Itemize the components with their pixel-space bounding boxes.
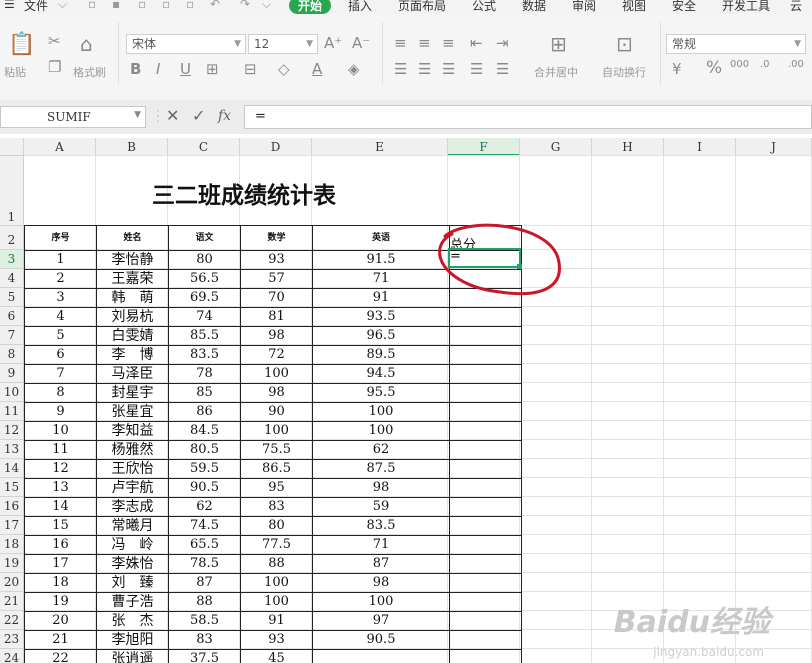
chevron-down-icon: ▼ [134,110,141,120]
align-center-icon[interactable]: ☰ [418,62,431,77]
wrap-text-icon[interactable]: ⊡ [616,34,633,54]
watermark-logo: Baidu经验 [613,605,770,640]
align-right-icon[interactable]: ☰ [442,62,455,77]
tab-view[interactable]: 视图 [622,0,646,14]
percent-button[interactable]: % [706,60,722,77]
tab-page-layout[interactable]: 页面布局 [398,0,446,14]
export-pdf-icon[interactable]: ▫ [138,0,146,11]
tab-data[interactable]: 数据 [522,0,546,14]
align-top-icon[interactable]: ≡ [394,36,407,51]
chevron-down-icon: ▼ [794,39,801,49]
print-preview-icon[interactable]: ▫ [186,0,194,11]
divider [660,22,661,84]
align-bottom-icon[interactable]: ≡ [442,36,455,51]
paste-button[interactable]: 粘贴 [4,64,26,80]
paste-icon[interactable]: 📋 [8,34,35,56]
formula-bar: SUMIF ▼ ⋮ ✕ ✓ fx = [0,100,812,134]
decrease-decimal-icon[interactable]: .00 [788,60,804,70]
save-icon[interactable]: ▪ [112,0,120,11]
name-box[interactable]: SUMIF ▼ [0,106,146,128]
chevron-down-icon[interactable]: ⌵ [58,0,67,12]
fill-color-icon[interactable]: ◇ [278,62,290,77]
menu-bar: ☰ 文件 ⌵ ▫ ▪ ▫ ▫ ▫ ↶ ↷ ⌵ 开始 插入 页面布局 公式 数据 … [0,0,812,14]
justify-icon[interactable]: ☰ [470,62,483,77]
decrease-font-icon[interactable]: A⁻ [352,36,370,51]
number-format-select[interactable]: 常规 ▼ [666,34,806,54]
spreadsheet-grid: ABCDEFGHIJ 1 2 3 4 5 6 7 8 9 10 11 12 13 14 15 16 17 18 19… [0,138,812,663]
customize-icon[interactable]: ⌵ [262,0,271,12]
number-format-value: 常规 [672,37,697,51]
underline-icon[interactable]: U [180,62,191,77]
formula-input[interactable]: = [244,105,812,129]
font-size-select[interactable]: 12 ▼ [248,34,318,54]
confirm-icon[interactable]: ✓ [192,106,205,125]
divider [382,22,383,84]
new-file-icon[interactable]: ▫ [88,0,96,11]
merge-center-button[interactable]: 合并居中 [534,64,578,80]
tab-review[interactable]: 审阅 [572,0,596,14]
font-name-value: 宋体 [132,37,157,51]
cut-icon[interactable]: ✂ [48,34,61,49]
tab-cloud[interactable]: 云 [790,0,802,14]
divider [118,22,119,84]
indent-increase-icon[interactable]: ⇥ [496,36,509,51]
tab-security[interactable]: 安全 [672,0,696,14]
hamburger-icon[interactable]: ☰ [4,0,15,11]
distributed-icon[interactable]: ☰ [496,62,509,77]
cancel-icon[interactable]: ✕ [166,106,179,125]
tab-formulas[interactable]: 公式 [472,0,496,14]
borders-icon[interactable]: ⊞ [206,62,219,77]
tab-insert[interactable]: 插入 [348,0,372,14]
ribbon-toolbar: 📋 粘贴 ✂ ❐ ⌂ 格式刷 宋体 ▼ 12 ▼ A⁺ A⁻ B I U ⊞ ⊟ ◇… [0,14,812,101]
font-name-select[interactable]: 宋体 ▼ [126,34,246,54]
copy-icon[interactable]: ❐ [48,60,61,75]
align-middle-icon[interactable]: ≡ [418,36,431,51]
clear-icon[interactable]: ◈ [348,62,360,77]
grip-icon: ⋮ [150,106,166,125]
merge-center-icon[interactable]: ⊞ [550,34,567,54]
thousands-icon[interactable]: 000 [730,60,749,70]
increase-font-icon[interactable]: A⁺ [324,36,342,51]
format-painter-button[interactable]: 格式刷 [73,64,106,80]
chevron-down-icon: ▼ [306,39,313,49]
currency-icon[interactable]: ¥ [672,62,682,77]
file-menu[interactable]: 文件 [24,0,48,14]
wrap-text-button[interactable]: 自动换行 [602,64,646,80]
increase-decimal-icon[interactable]: .0 [760,60,770,70]
bold-icon[interactable]: B [130,62,141,77]
format-painter-icon[interactable]: ⌂ [80,34,93,54]
name-box-value: SUMIF [47,110,91,124]
font-size-value: 12 [254,37,270,51]
tab-developer[interactable]: 开发工具 [722,0,770,14]
undo-icon[interactable]: ↶ [210,0,220,11]
watermark-url: jingyan.baidu.com [653,645,764,659]
merge-icon[interactable]: ⊟ [244,62,257,77]
align-left-icon[interactable]: ☰ [394,62,407,77]
indent-decrease-icon[interactable]: ⇤ [470,36,483,51]
print-icon[interactable]: ▫ [162,0,170,11]
font-color-icon[interactable]: A [312,62,322,77]
chevron-down-icon: ▼ [234,39,241,49]
tab-home[interactable]: 开始 [289,0,332,14]
italic-icon[interactable]: I [156,62,160,77]
redo-icon[interactable]: ↷ [240,0,250,11]
annotation-circle [438,223,561,296]
insert-function-button[interactable]: fx [218,108,231,124]
